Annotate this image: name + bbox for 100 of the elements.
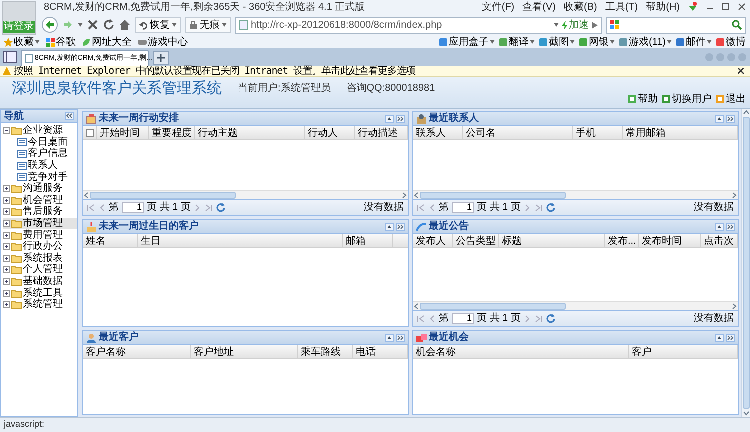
- tree-item[interactable]: 联系人: [3, 160, 77, 172]
- close-icon[interactable]: [738, 68, 744, 74]
- expand-icon[interactable]: [3, 208, 10, 216]
- checkbox[interactable]: [86, 128, 94, 136]
- collapse-icon[interactable]: [715, 334, 724, 342]
- toolbar-extension[interactable]: 翻译: [498, 34, 535, 50]
- tree-item[interactable]: 机会管理: [3, 194, 77, 206]
- collapse-icon[interactable]: [715, 114, 724, 122]
- expand-icon[interactable]: [3, 290, 10, 297]
- menu-item[interactable]: 收藏(B): [564, 0, 598, 14]
- tree-item[interactable]: 竞争对手: [3, 171, 77, 183]
- expand-icon[interactable]: [3, 278, 10, 286]
- page-label: 第: [109, 201, 119, 215]
- expand-right-icon[interactable]: [396, 334, 405, 342]
- expand-icon[interactable]: [3, 243, 10, 250]
- tree-item[interactable]: 行政办公: [3, 240, 77, 253]
- tree-item[interactable]: 个人管理: [3, 264, 77, 276]
- tree-item[interactable]: 费用管理: [3, 229, 77, 241]
- tree-item[interactable]: 今日桌面: [3, 136, 77, 148]
- toolbar-extension[interactable]: 截图: [538, 34, 575, 50]
- tree-item[interactable]: 基础数据: [3, 276, 77, 288]
- toolbar-extension[interactable]: 微博: [716, 34, 746, 50]
- stop-icon[interactable]: [87, 19, 99, 31]
- menu-item[interactable]: 查看(V): [522, 0, 556, 14]
- play-icon[interactable]: [592, 22, 598, 28]
- expand-icon[interactable]: [3, 254, 10, 262]
- maximize-icon[interactable]: [722, 3, 730, 11]
- horizontal-scrollbar[interactable]: [83, 190, 408, 199]
- expand-right-icon[interactable]: [726, 222, 735, 230]
- new-tab-icon[interactable]: [153, 51, 169, 65]
- scroll-up-icon[interactable]: [742, 109, 750, 116]
- collapse-left-icon[interactable]: [65, 112, 74, 120]
- horizontal-scrollbar[interactable]: [413, 301, 738, 310]
- search-field[interactable]: [606, 16, 746, 34]
- tree-item[interactable]: 系统管理: [3, 298, 77, 310]
- expand-icon[interactable]: [3, 301, 10, 308]
- bookmark-item[interactable]: 网址大全: [82, 34, 132, 50]
- expand-icon[interactable]: [3, 196, 10, 204]
- toolbar-extension[interactable]: 应用盒子: [438, 34, 495, 50]
- expand-icon[interactable]: [3, 220, 10, 228]
- horizontal-scrollbar[interactable]: [413, 190, 738, 199]
- expand-right-icon[interactable]: [726, 114, 735, 122]
- header-action-button[interactable]: 帮助: [628, 92, 658, 107]
- close-icon[interactable]: [738, 3, 746, 11]
- refresh-icon[interactable]: [103, 19, 115, 31]
- page-input[interactable]: 1: [452, 202, 474, 213]
- bookmark-item[interactable]: 谷歌: [46, 34, 76, 50]
- notification-icon[interactable]: [688, 2, 698, 12]
- back-icon[interactable]: [42, 17, 58, 33]
- expand-icon[interactable]: [3, 185, 10, 192]
- refresh-icon[interactable]: [546, 202, 556, 212]
- incognito-button[interactable]: 无痕: [185, 17, 231, 33]
- toolbar-extension[interactable]: 邮件: [676, 34, 712, 50]
- collapse-icon[interactable]: [385, 334, 394, 342]
- toolbar-extension[interactable]: 网银: [578, 34, 615, 50]
- bookmark-item[interactable]: 游戏中心: [138, 34, 188, 50]
- scroll-left-icon[interactable]: [83, 192, 90, 198]
- toolbar-extension[interactable]: 游戏(11): [618, 34, 672, 50]
- scroll-right-icon[interactable]: [401, 192, 408, 198]
- restore-button[interactable]: 恢复: [135, 17, 181, 33]
- page-input[interactable]: 1: [122, 202, 144, 213]
- folder-icon: [11, 300, 22, 310]
- expand-right-icon[interactable]: [726, 334, 735, 342]
- tree-item[interactable]: 企业资源: [3, 125, 77, 137]
- scroll-right-icon[interactable]: [731, 192, 738, 198]
- refresh-icon[interactable]: [216, 202, 226, 212]
- scroll-left-icon[interactable]: [413, 302, 420, 310]
- collapse-icon[interactable]: [3, 127, 10, 134]
- scroll-down-icon[interactable]: [742, 410, 750, 417]
- sidebar-icon[interactable]: [3, 51, 17, 63]
- refresh-icon[interactable]: [546, 314, 556, 324]
- page-label: 第: [439, 201, 449, 215]
- accelerate-button[interactable]: 加速: [562, 18, 589, 32]
- header-action-button[interactable]: 切换用户: [662, 92, 712, 107]
- tree-item[interactable]: 市场管理: [3, 218, 77, 230]
- collapse-icon[interactable]: [715, 222, 724, 230]
- bookmark-item[interactable]: 收藏: [4, 34, 40, 50]
- tree-item[interactable]: 客户信息: [3, 148, 77, 160]
- tree-item[interactable]: 售后服务: [3, 206, 77, 218]
- expand-icon[interactable]: [3, 266, 10, 274]
- vertical-scrollbar[interactable]: [741, 109, 750, 417]
- home-icon[interactable]: [119, 19, 131, 31]
- address-bar[interactable]: http://rc-xp-20120618:8000/8crm/index.php 加速: [235, 16, 602, 34]
- scroll-right-icon[interactable]: [731, 302, 738, 310]
- info-bar[interactable]: 按照 Internet Explorer 中的默认设置现在已关闭 Intranet 设置。单击此处查看更多选项: [0, 66, 750, 77]
- page-input[interactable]: 1: [452, 313, 474, 324]
- tree-item[interactable]: 沟通服务: [3, 182, 77, 195]
- menu-item[interactable]: 文件(F): [482, 0, 515, 14]
- expand-right-icon[interactable]: [396, 222, 405, 230]
- expand-right-icon[interactable]: [396, 114, 405, 122]
- header-action-button[interactable]: 退出: [716, 92, 746, 107]
- search-icon[interactable]: [732, 20, 742, 30]
- scroll-left-icon[interactable]: [413, 192, 420, 198]
- collapse-icon[interactable]: [385, 222, 394, 230]
- tree-item[interactable]: 系统工具: [3, 287, 77, 299]
- expand-icon[interactable]: [3, 232, 10, 239]
- menu-item[interactable]: 工具(T): [605, 0, 638, 14]
- collapse-icon[interactable]: [385, 114, 394, 122]
- tree-item[interactable]: 系统报表: [3, 252, 77, 264]
- menu-item[interactable]: 帮助(H): [646, 0, 680, 14]
